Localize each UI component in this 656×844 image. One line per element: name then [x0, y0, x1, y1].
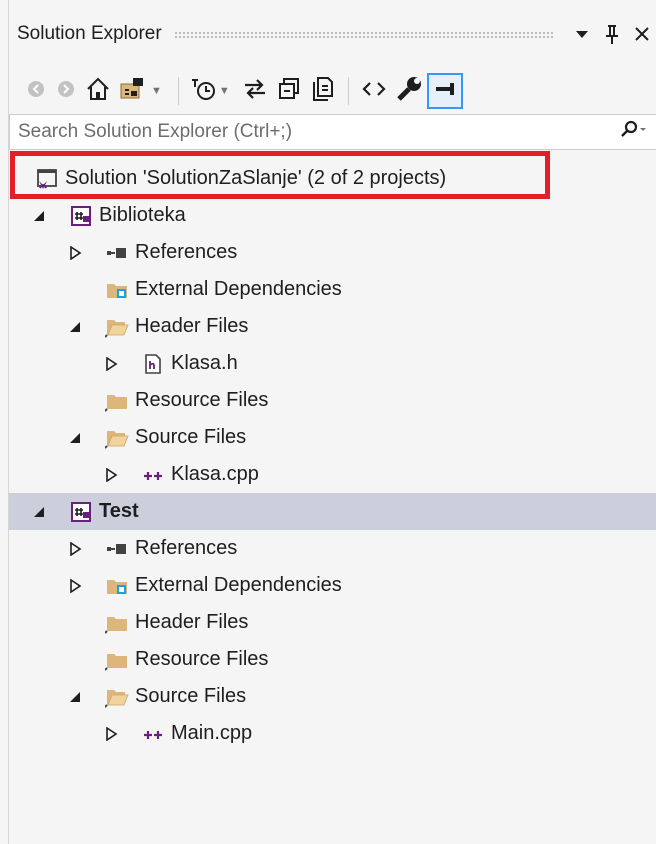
- sync-with-document-button[interactable]: [238, 73, 272, 109]
- window-position-dropdown-icon[interactable]: [567, 19, 597, 49]
- toolbar-separator: [177, 77, 179, 105]
- tree-item-source-files[interactable]: Source Files: [9, 678, 656, 715]
- back-icon: [25, 78, 47, 105]
- toolbar-separator: [347, 77, 349, 105]
- collapse-all-button[interactable]: [272, 73, 306, 109]
- expanded-arrow-icon[interactable]: [67, 319, 83, 335]
- item-label: Klasa.cpp: [171, 463, 259, 485]
- project-label: Test: [99, 500, 139, 522]
- search-input[interactable]: [10, 120, 612, 144]
- tree-item-file[interactable]: Klasa.h: [9, 345, 656, 382]
- item-label: Resource Files: [135, 648, 269, 670]
- item-label: Header Files: [135, 315, 249, 337]
- tree-item-references[interactable]: References: [9, 530, 656, 567]
- collapsed-arrow-icon[interactable]: [67, 578, 83, 594]
- tree-item-references[interactable]: References: [9, 234, 656, 271]
- references-icon: [105, 241, 129, 265]
- tree-item-project-selected[interactable]: Test: [9, 493, 656, 530]
- item-label: References: [135, 537, 238, 559]
- collapsed-arrow-icon[interactable]: [103, 356, 119, 372]
- folder-icon: [105, 611, 129, 635]
- search-box[interactable]: [9, 114, 656, 150]
- item-label: Resource Files: [135, 389, 269, 411]
- cpp-file-icon: [141, 463, 165, 487]
- item-label: External Dependencies: [135, 278, 342, 300]
- collapsed-arrow-icon[interactable]: [103, 467, 119, 483]
- collapsed-arrow-icon[interactable]: [67, 541, 83, 557]
- item-label: References: [135, 241, 238, 263]
- back-button[interactable]: [21, 73, 51, 109]
- cpp-project-icon: [69, 500, 93, 524]
- solution-label: Solution 'SolutionZaSlanje' (2 of 2 proj…: [65, 167, 447, 189]
- properties-button[interactable]: [391, 73, 427, 109]
- home-icon: [85, 76, 111, 107]
- view-code-icon: [361, 76, 387, 107]
- pin-icon[interactable]: [597, 19, 627, 49]
- folder-icon: [105, 648, 129, 672]
- preview-selected-items-button[interactable]: [426, 73, 463, 109]
- tree-item-header-files[interactable]: Header Files: [9, 308, 656, 345]
- show-all-files-icon: [310, 76, 336, 107]
- home-button[interactable]: [81, 73, 115, 109]
- forward-icon: [55, 78, 77, 105]
- tree-item-file[interactable]: Klasa.cpp: [9, 456, 656, 493]
- tree-item-file[interactable]: Main.cpp: [9, 715, 656, 752]
- pending-changes-filter-button[interactable]: ▼: [187, 73, 238, 109]
- preview-icon: [433, 77, 457, 106]
- pending-changes-icon: [191, 76, 217, 107]
- open-folder-icon: [105, 426, 129, 450]
- expanded-arrow-icon[interactable]: [31, 504, 47, 520]
- expanded-arrow-icon[interactable]: [67, 430, 83, 446]
- switch-views-button[interactable]: ▼: [115, 73, 170, 109]
- tree-item-external-dependencies[interactable]: External Dependencies: [9, 271, 656, 308]
- item-label: Header Files: [135, 611, 249, 633]
- forward-button[interactable]: [51, 73, 81, 109]
- item-label: Source Files: [135, 426, 247, 448]
- properties-icon: [395, 75, 423, 108]
- item-label: External Dependencies: [135, 574, 342, 596]
- collapsed-arrow-icon[interactable]: [67, 245, 83, 261]
- item-label: Klasa.h: [171, 352, 238, 374]
- search-button[interactable]: [612, 120, 656, 145]
- cpp-project-icon: [69, 204, 93, 228]
- drag-grip[interactable]: [173, 30, 555, 38]
- folder-icon: [105, 389, 129, 413]
- tree-item-project[interactable]: Biblioteka: [9, 197, 656, 234]
- tree-item-source-files[interactable]: Source Files: [9, 419, 656, 456]
- open-folder-icon: [105, 315, 129, 339]
- view-code-button[interactable]: [357, 73, 391, 109]
- switch-views-icon: [119, 76, 149, 107]
- tree-item-resource-files[interactable]: Resource Files: [9, 641, 656, 678]
- show-all-files-button[interactable]: [306, 73, 340, 109]
- expanded-arrow-icon[interactable]: [67, 689, 83, 705]
- tree-item-header-files[interactable]: Header Files: [9, 604, 656, 641]
- tree-item-external-dependencies[interactable]: External Dependencies: [9, 567, 656, 604]
- toolbar: ▼ ▼: [9, 70, 656, 112]
- solution-icon: [35, 167, 59, 191]
- external-dependencies-folder-icon: [105, 278, 129, 302]
- tree-item-resource-files[interactable]: Resource Files: [9, 382, 656, 419]
- pending-changes-dropdown-icon[interactable]: ▼: [219, 85, 230, 97]
- close-icon[interactable]: [627, 19, 656, 49]
- external-dependencies-folder-icon: [105, 574, 129, 598]
- panel-title: Solution Explorer: [17, 23, 162, 44]
- expanded-arrow-icon[interactable]: [31, 208, 47, 224]
- open-folder-icon: [105, 685, 129, 709]
- project-label: Biblioteka: [99, 204, 186, 226]
- item-label: Main.cpp: [171, 722, 253, 744]
- sync-icon: [242, 76, 268, 107]
- tree-item-solution[interactable]: Solution 'SolutionZaSlanje' (2 of 2 proj…: [9, 160, 656, 197]
- collapsed-arrow-icon[interactable]: [103, 726, 119, 742]
- title-bar[interactable]: Solution Explorer: [9, 14, 656, 54]
- cpp-file-icon: [141, 722, 165, 746]
- search-icon: [620, 120, 648, 145]
- switch-views-dropdown-icon[interactable]: ▼: [151, 85, 162, 97]
- solution-explorer-panel: Solution Explorer ▼ ▼ Search Solution Ex…: [8, 0, 656, 844]
- item-label: Source Files: [135, 685, 247, 707]
- collapse-all-icon: [276, 76, 302, 107]
- header-file-icon: [141, 352, 165, 376]
- references-icon: [105, 537, 129, 561]
- solution-tree: Solution 'SolutionZaSlanje' (2 of 2 proj…: [9, 160, 656, 752]
